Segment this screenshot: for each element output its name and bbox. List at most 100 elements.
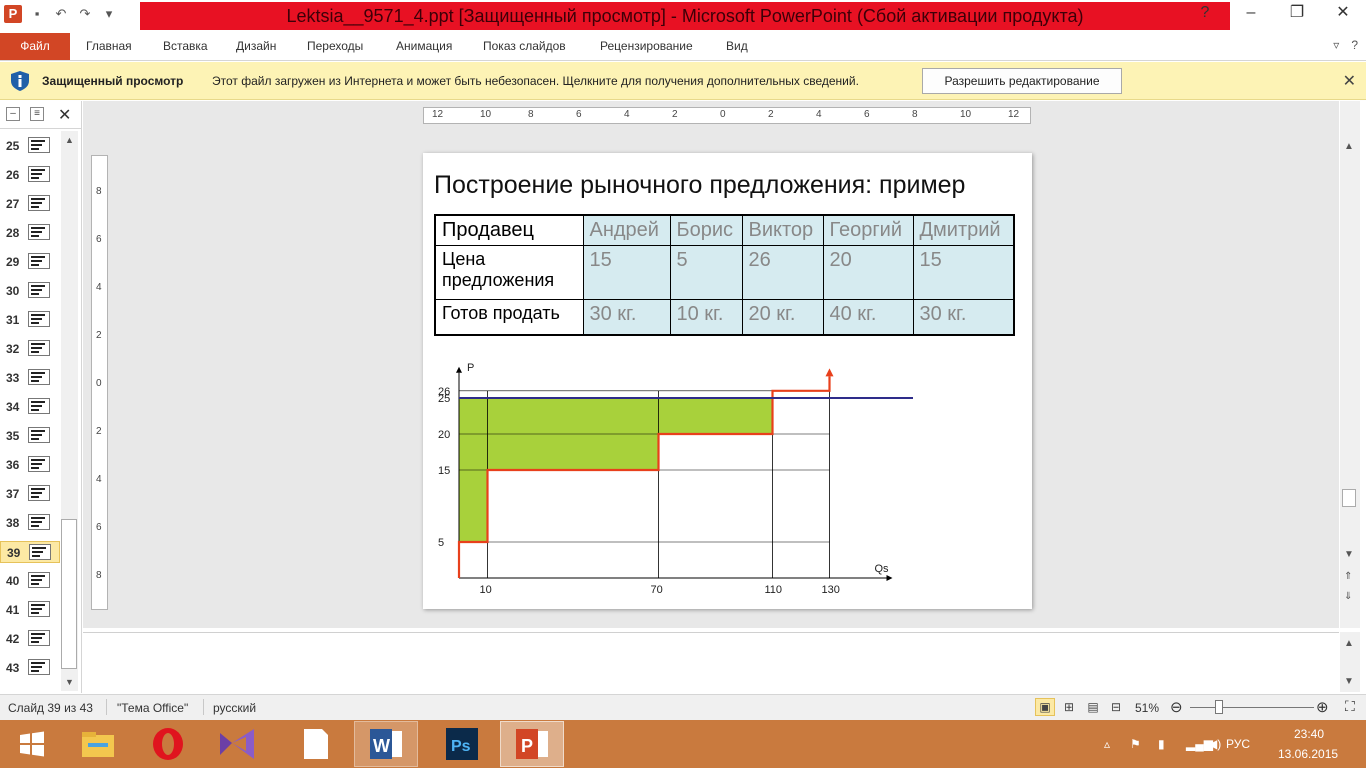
- maximize-icon[interactable]: ❐: [1274, 0, 1320, 30]
- flag-icon[interactable]: ⚑: [1130, 737, 1141, 751]
- slide-number: 36: [6, 458, 20, 472]
- scroll-up-icon[interactable]: ▲: [1344, 638, 1354, 649]
- powerpoint-icon[interactable]: P: [500, 721, 564, 767]
- scroll-down-icon[interactable]: ▼: [65, 677, 74, 687]
- slide-thumbnail[interactable]: 34: [0, 396, 60, 418]
- slide-thumbnail[interactable]: 29: [0, 251, 60, 273]
- tab-insert[interactable]: Вставка: [163, 33, 208, 60]
- slide-thumbnail[interactable]: 43: [0, 657, 60, 679]
- slide-thumbnail[interactable]: 39: [0, 541, 60, 563]
- word-icon[interactable]: W: [354, 721, 418, 767]
- reading-view-icon[interactable]: ▤: [1083, 698, 1103, 716]
- outline-tab-icon[interactable]: ≡: [30, 107, 44, 121]
- volume-icon[interactable]: ◀): [1208, 737, 1221, 751]
- editor-scrollbar[interactable]: ▲ ▼ ⇑ ⇓: [1340, 101, 1360, 628]
- zoom-slider[interactable]: [1190, 707, 1314, 708]
- normal-view-icon[interactable]: ▣: [1035, 698, 1055, 716]
- save-icon[interactable]: ▪: [28, 5, 46, 23]
- powerpoint-icon[interactable]: P: [4, 5, 22, 23]
- x-axis-label: Qs: [875, 563, 890, 575]
- scroll-down-icon[interactable]: ▼: [1344, 549, 1354, 560]
- zoom-level[interactable]: 51%: [1135, 701, 1159, 715]
- slide-thumbnail[interactable]: 38: [0, 512, 60, 534]
- language-indicator[interactable]: русский: [213, 701, 256, 715]
- slides-scrollbar[interactable]: ▲ ▼: [61, 131, 78, 691]
- previous-slide-icon[interactable]: ⇑: [1344, 571, 1352, 582]
- slide-number: 27: [6, 197, 20, 211]
- sellers-table[interactable]: Продавец Андрей Борис Виктор Георгий Дми…: [434, 214, 1015, 336]
- opera-icon[interactable]: [136, 721, 200, 767]
- battery-icon[interactable]: ▮: [1158, 737, 1165, 751]
- tab-slideshow[interactable]: Показ слайдов: [483, 33, 566, 60]
- fit-to-window-icon[interactable]: ⛶: [1345, 698, 1355, 715]
- protected-view-message[interactable]: Этот файл загружен из Интернета и может …: [212, 74, 859, 88]
- help-icon[interactable]: ?: [1351, 38, 1358, 52]
- slide-number: 34: [6, 400, 20, 414]
- tab-transitions[interactable]: Переходы: [307, 33, 363, 60]
- clock-date[interactable]: 13.06.2015: [1278, 747, 1338, 761]
- notes-pane[interactable]: [83, 632, 1339, 692]
- zoom-slider-handle[interactable]: [1215, 700, 1223, 714]
- slide-number: 43: [6, 661, 20, 675]
- close-icon[interactable]: ✕: [1320, 0, 1366, 30]
- scroll-down-icon[interactable]: ▼: [1344, 676, 1354, 687]
- tab-file[interactable]: Файл: [0, 33, 70, 60]
- slide-thumbnail[interactable]: 42: [0, 628, 60, 650]
- zoom-in-icon[interactable]: ⊕: [1316, 698, 1329, 716]
- ruler-tick-label: 2: [96, 330, 102, 341]
- slide-thumbnail[interactable]: 31: [0, 309, 60, 331]
- scroll-up-icon[interactable]: ▲: [65, 135, 74, 145]
- explorer-icon[interactable]: [66, 721, 130, 767]
- supply-chart[interactable]: 10 70 110 130515202526PQs: [433, 349, 913, 599]
- ribbon-collapse-icon[interactable]: ▿: [1333, 38, 1339, 52]
- tab-animations[interactable]: Анимация: [396, 33, 452, 60]
- scroll-up-icon[interactable]: ▲: [1344, 141, 1354, 152]
- slide-thumbnail[interactable]: 27: [0, 193, 60, 215]
- next-slide-icon[interactable]: ⇓: [1344, 591, 1352, 602]
- slides-tab-icon[interactable]: –: [6, 107, 20, 121]
- slide-thumbnail[interactable]: 28: [0, 222, 60, 244]
- scrollbar-thumb[interactable]: [1342, 489, 1356, 507]
- slide-thumbnail[interactable]: 41: [0, 599, 60, 621]
- start-icon[interactable]: [0, 721, 64, 767]
- tab-review[interactable]: Рецензирование: [600, 33, 693, 60]
- notes-scrollbar[interactable]: ▲ ▼: [1340, 632, 1360, 692]
- close-icon[interactable]: ✕: [1343, 71, 1356, 91]
- slide-canvas[interactable]: Построение рыночного предложения: пример…: [423, 153, 1032, 609]
- customize-icon[interactable]: ▾: [100, 5, 118, 23]
- show-hidden-icons-icon[interactable]: ▵: [1104, 737, 1110, 751]
- slide-title[interactable]: Построение рыночного предложения: пример: [434, 171, 965, 200]
- slide-thumbnail[interactable]: 33: [0, 367, 60, 389]
- enable-editing-button[interactable]: Разрешить редактирование: [922, 68, 1122, 94]
- tab-design[interactable]: Дизайн: [236, 33, 276, 60]
- slide-thumbnail[interactable]: 25: [0, 135, 60, 157]
- language-indicator[interactable]: РУС: [1226, 737, 1250, 751]
- tab-home[interactable]: Главная: [86, 33, 132, 60]
- slide-thumbnail[interactable]: 35: [0, 425, 60, 447]
- x-tick-label: 110: [765, 584, 783, 596]
- photoshop-icon[interactable]: Ps: [430, 721, 494, 767]
- slide-thumbnail[interactable]: 36: [0, 454, 60, 476]
- tab-view[interactable]: Вид: [726, 33, 748, 60]
- help-icon[interactable]: ?: [1182, 0, 1228, 30]
- redo-icon[interactable]: ↷: [76, 5, 94, 23]
- slide-thumbnail[interactable]: 32: [0, 338, 60, 360]
- clock-time[interactable]: 23:40: [1294, 727, 1324, 741]
- slide-thumbnail[interactable]: 30: [0, 280, 60, 302]
- visual-studio-icon[interactable]: [206, 721, 270, 767]
- undo-icon[interactable]: ↶: [52, 5, 70, 23]
- ruler-tick-label: 6: [576, 109, 582, 120]
- slideshow-icon[interactable]: ⊟: [1106, 698, 1126, 716]
- slide-counter: Слайд 39 из 43: [8, 701, 93, 715]
- slide-thumbnail[interactable]: 40: [0, 570, 60, 592]
- zoom-out-icon[interactable]: ⊖: [1170, 698, 1183, 716]
- slide-thumbnail[interactable]: 26: [0, 164, 60, 186]
- close-icon[interactable]: ✕: [58, 105, 71, 125]
- minimize-icon[interactable]: –: [1228, 0, 1274, 30]
- slide-sorter-icon[interactable]: ⊞: [1059, 698, 1079, 716]
- slide-thumbnail[interactable]: 37: [0, 483, 60, 505]
- document-icon[interactable]: [284, 721, 348, 767]
- scrollbar-thumb[interactable]: [61, 519, 77, 669]
- slide-preview: [28, 282, 50, 298]
- theme-name[interactable]: "Тема Office": [117, 701, 188, 715]
